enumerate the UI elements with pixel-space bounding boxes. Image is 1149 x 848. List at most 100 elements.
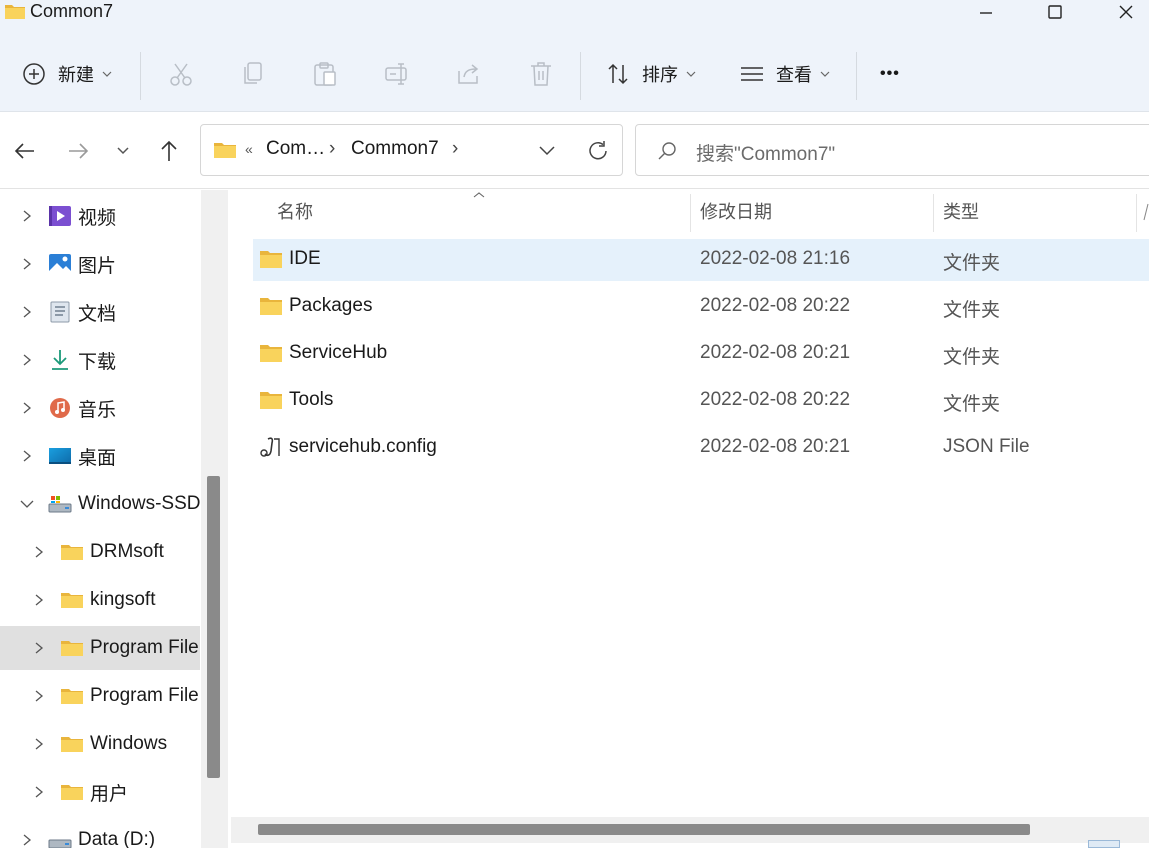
chevron-right-icon[interactable] xyxy=(32,689,46,703)
up-button[interactable] xyxy=(153,135,185,167)
sort-ascending-icon xyxy=(473,192,485,198)
file-row[interactable]: IDE 2022-02-08 21:16 文件夹 xyxy=(253,239,1149,281)
chevron-right-icon[interactable] xyxy=(20,305,34,319)
column-header-name[interactable]: 名称 xyxy=(277,190,313,232)
refresh-button[interactable] xyxy=(585,138,611,164)
address-history-button[interactable] xyxy=(537,141,557,161)
chevron-right-icon[interactable] xyxy=(32,641,46,655)
cut-button[interactable] xyxy=(168,54,194,94)
nav-scrollbar-thumb[interactable] xyxy=(207,476,220,778)
nav-item-videos[interactable]: 视频 xyxy=(0,194,200,238)
breadcrumb-item[interactable]: Common7 xyxy=(351,138,439,160)
breadcrumb-separator[interactable]: › xyxy=(329,138,335,160)
rename-button[interactable] xyxy=(384,54,410,94)
chevron-right-icon[interactable] xyxy=(32,593,46,607)
view-button[interactable]: 查看 xyxy=(740,54,830,94)
copy-button[interactable] xyxy=(241,54,265,94)
nav-item-label: 下载 xyxy=(78,351,117,373)
column-divider[interactable] xyxy=(1136,194,1137,232)
chevron-right-icon[interactable] xyxy=(32,545,46,559)
search-icon xyxy=(658,142,676,160)
chevron-right-icon[interactable] xyxy=(32,737,46,751)
close-button[interactable] xyxy=(1101,0,1149,24)
nav-item-pictures[interactable]: 图片 xyxy=(0,242,200,286)
nav-item-label: 桌面 xyxy=(78,447,117,469)
address-bar[interactable]: « Com… › Common7 › xyxy=(200,124,623,176)
details-view-toggle[interactable] xyxy=(1088,840,1120,848)
file-row[interactable]: Tools 2022-02-08 20:22 文件夹 xyxy=(253,380,1149,422)
column-header-date[interactable]: 修改日期 xyxy=(700,190,772,232)
more-options-button[interactable]: ••• xyxy=(880,54,900,94)
new-button[interactable]: 新建 xyxy=(22,54,112,94)
share-button[interactable] xyxy=(456,54,482,94)
nav-item-folder[interactable]: Windows xyxy=(0,722,200,766)
chevron-right-icon[interactable] xyxy=(20,401,34,415)
file-name: IDE xyxy=(289,248,321,269)
column-divider[interactable] xyxy=(690,194,691,232)
nav-item-folder[interactable]: 用户 xyxy=(0,770,200,814)
chevron-right-icon[interactable] xyxy=(20,833,34,847)
copy-icon xyxy=(244,62,262,84)
nav-item-label: kingsoft xyxy=(90,589,156,610)
search-box[interactable]: 搜索"Common7" xyxy=(635,124,1149,176)
recent-locations-button[interactable] xyxy=(107,135,139,167)
column-header-type[interactable]: 类型 xyxy=(943,190,979,232)
minimize-icon xyxy=(980,12,992,14)
breadcrumb-overflow[interactable]: « xyxy=(245,141,253,157)
sort-button[interactable]: 排序 xyxy=(606,54,696,94)
file-row[interactable]: ServiceHub 2022-02-08 20:21 文件夹 xyxy=(253,333,1149,375)
folder-icon xyxy=(260,392,282,409)
file-type: 文件夹 xyxy=(943,253,1001,274)
nav-item-label: 文档 xyxy=(78,303,117,325)
back-button[interactable] xyxy=(9,135,41,167)
file-name: Packages xyxy=(289,295,373,316)
nav-item-documents[interactable]: 文档 xyxy=(0,290,200,334)
nav-item-label: Data (D:) xyxy=(78,829,156,848)
folder-icon xyxy=(61,545,83,560)
nav-item-label: 图片 xyxy=(78,255,117,277)
arrow-right-icon xyxy=(69,143,89,159)
column-header-label: 修改日期 xyxy=(700,202,772,222)
refresh-icon xyxy=(589,141,607,160)
drive-icon xyxy=(48,496,72,513)
file-type: 文件夹 xyxy=(943,347,1001,368)
nav-item-label: Program File xyxy=(90,637,199,658)
nav-item-drive-d[interactable]: Data (D:) xyxy=(0,818,200,848)
chevron-down-icon xyxy=(102,71,112,77)
folder-icon xyxy=(61,737,83,752)
minimize-button[interactable] xyxy=(961,0,1011,24)
chevron-down-icon[interactable] xyxy=(20,497,34,511)
chevron-right-icon[interactable] xyxy=(20,353,34,367)
more-icon: ••• xyxy=(880,65,900,82)
maximize-button[interactable] xyxy=(1030,0,1080,24)
nav-item-desktop[interactable]: 桌面 xyxy=(0,434,200,478)
file-date: 2022-02-08 20:22 xyxy=(700,295,851,316)
file-row[interactable]: Packages 2022-02-08 20:22 文件夹 xyxy=(253,286,1149,328)
sort-icon xyxy=(608,63,628,85)
paste-button[interactable] xyxy=(312,54,338,94)
file-row[interactable]: servicehub.config 2022-02-08 20:21 JSON … xyxy=(253,427,1149,469)
chevron-right-icon[interactable] xyxy=(20,209,34,223)
breadcrumb-item[interactable]: Com… xyxy=(266,138,325,160)
nav-item-downloads[interactable]: 下载 xyxy=(0,338,200,382)
desktop-icon xyxy=(49,448,71,464)
chevron-right-icon[interactable] xyxy=(20,449,34,463)
nav-item-folder[interactable]: Program File xyxy=(0,626,200,670)
breadcrumb-separator[interactable]: › xyxy=(452,138,458,160)
column-divider[interactable] xyxy=(933,194,934,232)
horizontal-scrollbar-thumb[interactable] xyxy=(258,824,1030,835)
chevron-down-icon xyxy=(686,71,696,77)
pictures-icon xyxy=(49,254,71,274)
chevron-down-icon xyxy=(820,71,830,77)
nav-item-folder[interactable]: DRMsoft xyxy=(0,530,200,574)
forward-button[interactable] xyxy=(62,135,94,167)
nav-item-drive-c[interactable]: Windows-SSD xyxy=(0,482,200,526)
delete-button[interactable] xyxy=(529,54,553,94)
chevron-right-icon[interactable] xyxy=(32,785,46,799)
folder-icon xyxy=(214,143,236,158)
nav-item-folder[interactable]: kingsoft xyxy=(0,578,200,622)
nav-item-music[interactable]: 音乐 xyxy=(0,386,200,430)
nav-item-folder[interactable]: Program File xyxy=(0,674,200,718)
folder-icon xyxy=(260,345,282,362)
chevron-right-icon[interactable] xyxy=(20,257,34,271)
